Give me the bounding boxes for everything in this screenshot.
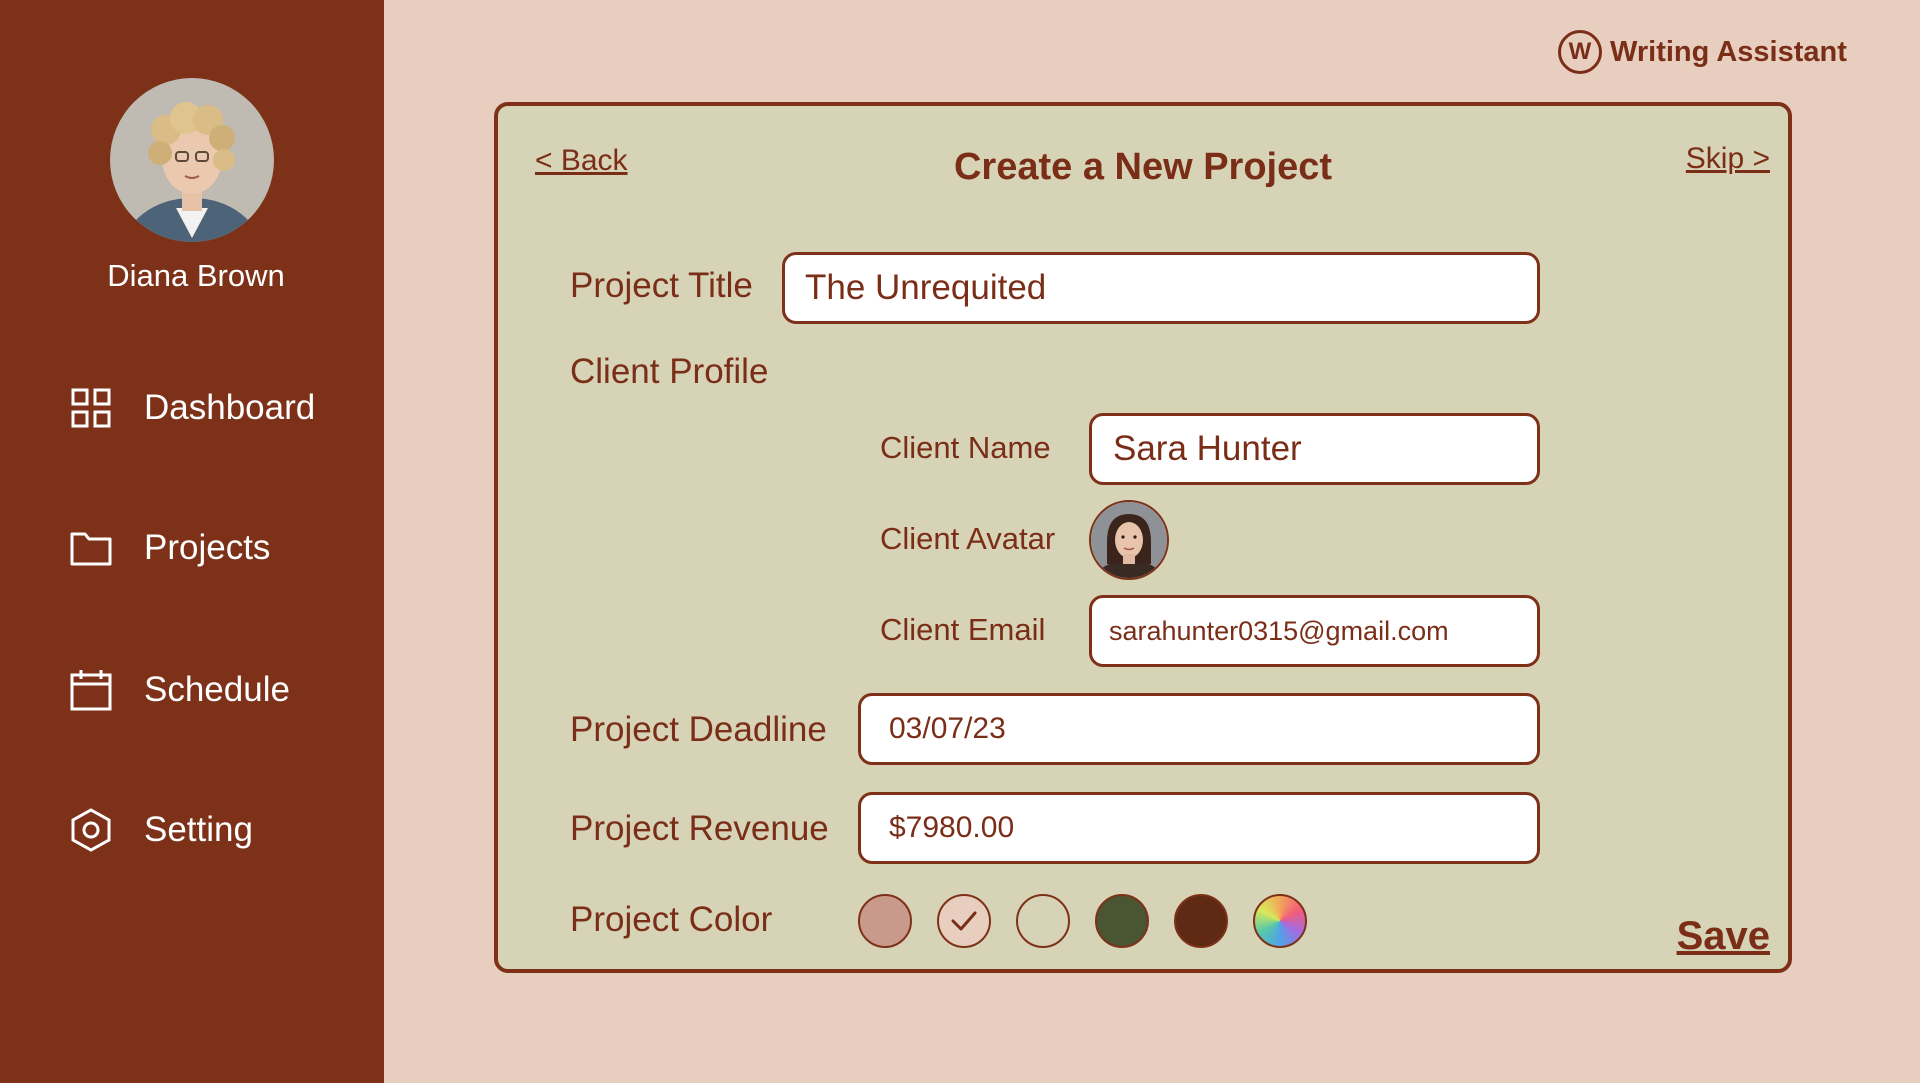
client-avatar[interactable] [1089,500,1169,580]
project-revenue-input[interactable]: $7980.00 [858,792,1540,864]
save-button[interactable]: Save [1677,914,1770,959]
project-deadline-label: Project Deadline [570,710,827,749]
client-email-input[interactable]: sarahunter0315@gmail.com [1089,595,1540,667]
sidebar: Diana Brown Dashboard Projects Schedule [0,0,384,1083]
client-name-label: Client Name [880,430,1051,465]
skip-button[interactable]: Skip > [1686,142,1770,176]
gear-hexagon-icon [68,807,114,853]
brand: W Writing Assistant [1558,30,1847,74]
project-title-input[interactable]: The Unrequited [782,252,1540,324]
checkmark-icon [951,911,977,931]
user-avatar[interactable] [110,78,274,242]
brand-name: Writing Assistant [1610,35,1847,68]
project-title-label: Project Title [570,266,753,305]
color-swatch-brown[interactable] [1174,894,1228,948]
sidebar-item-projects[interactable]: Projects [68,524,270,572]
project-revenue-label: Project Revenue [570,809,829,848]
sidebar-item-label: Setting [144,810,253,849]
sidebar-item-setting[interactable]: Setting [68,806,253,854]
color-swatch-sand[interactable] [1016,894,1070,948]
color-picker-rainbow[interactable] [1253,894,1307,948]
brand-logo: W [1558,30,1602,74]
calendar-icon [68,667,114,713]
client-email-label: Client Email [880,612,1046,647]
client-profile-label: Client Profile [570,352,769,391]
client-avatar-label: Client Avatar [880,521,1056,556]
page-title: Create a New Project [953,146,1333,188]
user-name: Diana Brown [107,258,285,293]
folder-icon [68,525,114,571]
sidebar-item-label: Projects [144,528,271,567]
color-swatch-olive[interactable] [1095,894,1149,948]
project-color-label: Project Color [570,900,773,939]
client-name-input[interactable]: Sara Hunter [1089,413,1540,485]
sidebar-item-schedule[interactable]: Schedule [68,666,290,714]
color-swatch-dusty-rose[interactable] [858,894,912,948]
sidebar-item-label: Schedule [144,670,290,709]
project-deadline-input[interactable]: 03/07/23 [858,693,1540,765]
grid-icon [68,385,114,431]
sidebar-item-dashboard[interactable]: Dashboard [68,384,315,432]
color-swatch-blush[interactable] [937,894,991,948]
sidebar-item-label: Dashboard [144,388,316,427]
create-project-card: < Back Create a New Project Skip > Proje… [494,102,1792,973]
